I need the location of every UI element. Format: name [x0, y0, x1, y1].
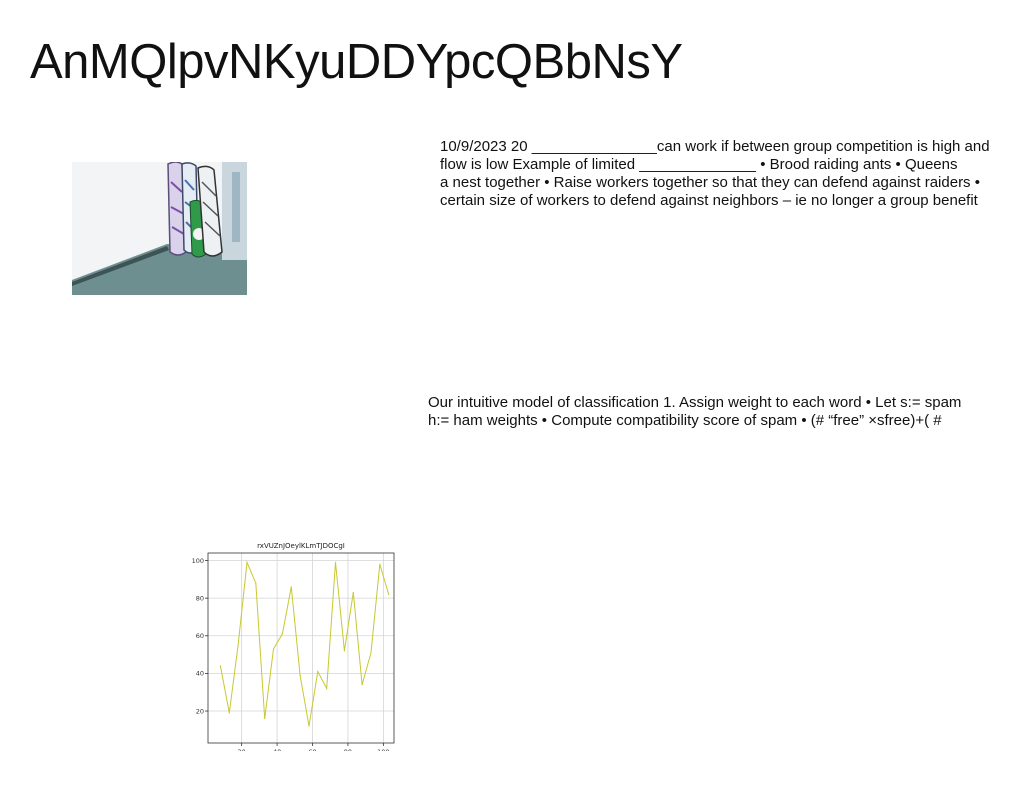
text-line: h:= ham weights • Compute compatibility … — [428, 412, 942, 429]
x-tick-label: 20 — [238, 748, 246, 751]
data-point — [299, 674, 301, 676]
text-line: certain size of workers to defend agains… — [440, 192, 978, 209]
series-line — [219, 560, 390, 727]
text-block-classification: Our intuitive model of classification 1.… — [428, 394, 1008, 430]
line-chart-svg: 20 40 60 80 100 20 40 60 80 100 rxVUZnJOeylKLmTJDO… — [192, 542, 395, 751]
text-line: Our intuitive model of classification 1.… — [428, 394, 962, 411]
plot-frame — [207, 552, 395, 744]
data-point — [272, 648, 275, 650]
text-line: a nest together • Raise workers together… — [440, 174, 980, 191]
y-tick-label: 40 — [196, 670, 204, 678]
data-point — [246, 561, 248, 564]
data-point — [290, 586, 292, 588]
snowboards-image — [72, 162, 247, 295]
page-title: AnMQlpvNKyuDDYpcQBbNsY — [30, 35, 683, 89]
data-point — [219, 665, 221, 667]
x-tick-label: 40 — [273, 748, 281, 751]
data-point — [361, 684, 363, 686]
data-point — [308, 725, 310, 727]
x-tick-label: 60 — [308, 748, 316, 751]
y-tick-label: 60 — [196, 632, 204, 640]
data-point — [317, 670, 319, 673]
y-tick-label: 100 — [192, 557, 204, 565]
x-tick-label: 80 — [344, 748, 352, 751]
x-tick-label: 100 — [377, 748, 389, 751]
data-point — [388, 593, 390, 595]
snowboards-photo — [72, 162, 247, 295]
data-point — [370, 652, 372, 654]
data-point — [237, 644, 239, 646]
text-block-group-selection: 10/9/2023 20 _______________can work if … — [440, 138, 1024, 210]
data-point — [379, 563, 381, 565]
y-tick-label: 80 — [196, 594, 204, 602]
data-point — [343, 650, 345, 652]
data-point — [264, 717, 266, 720]
data-point — [334, 561, 337, 564]
data-point — [281, 633, 283, 635]
data-point — [326, 687, 328, 690]
data-point — [255, 582, 257, 584]
y-tick-label: 20 — [196, 707, 204, 715]
text-line: flow is low Example of limited _________… — [440, 156, 958, 173]
data-point — [352, 591, 354, 594]
line-chart: 20 40 60 80 100 20 40 60 80 100 rxVUZnJOeylKLmTJDO… — [180, 536, 410, 751]
text-line: 10/9/2023 20 _______________can work if … — [440, 138, 990, 155]
chart-title: rxVUZnJOeylKLmTJDOCgI — [257, 542, 345, 550]
data-point — [228, 712, 230, 714]
